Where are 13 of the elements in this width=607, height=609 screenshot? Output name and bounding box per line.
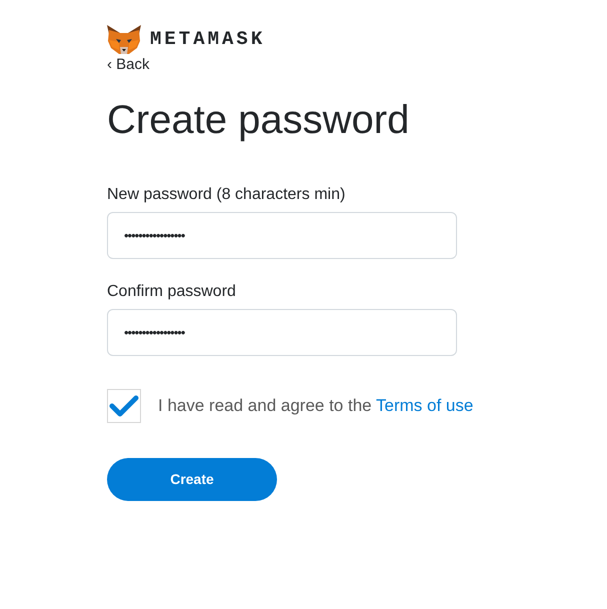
new-password-label: New password (8 characters min) (107, 185, 346, 205)
agree-checkbox[interactable] (107, 389, 141, 423)
confirm-password-label: Confirm password (107, 282, 236, 302)
back-link[interactable]: ‹ Back (107, 56, 150, 74)
new-password-field[interactable]: ••••••••••••••••• (107, 212, 457, 259)
checkmark-icon (109, 395, 139, 417)
confirm-password-field[interactable]: ••••••••••••••••• (107, 309, 457, 356)
fox-icon (107, 24, 141, 54)
brand-wordmark: METAMASK (150, 27, 266, 51)
agreement-text: I have read and agree to the Terms of use (158, 395, 474, 417)
page-title: Create password (107, 97, 410, 144)
create-button[interactable]: Create (107, 458, 277, 501)
terms-of-use-link[interactable]: Terms of use (376, 396, 474, 415)
